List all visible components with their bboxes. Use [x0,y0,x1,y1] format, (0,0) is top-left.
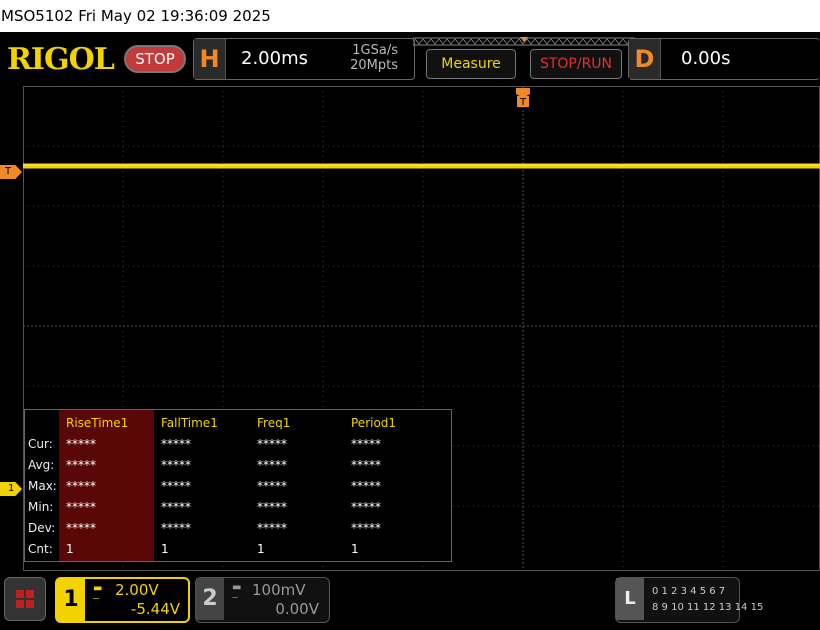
ch2-number: 2 [196,578,224,620]
sample-info: 1GSa/s 20Mpts [350,43,398,73]
run-state-button[interactable]: STOP [124,45,186,73]
cell: ***** [66,458,96,472]
cell: ***** [161,479,191,493]
trigger-level-marker[interactable]: T [0,165,22,179]
menu-grid-icon [16,590,34,608]
table-row: Dev: ***** ***** ***** ***** [25,518,451,539]
timebase-value: 2.00ms [241,48,308,69]
ch2-scale: 100mV [252,581,306,599]
cell: ***** [66,521,96,535]
ch1-number: 1 [57,579,85,621]
measure-button[interactable]: Measure [426,49,516,79]
cell: ***** [161,437,191,451]
header-period[interactable]: Period1 [351,413,396,434]
bottom-bar: 1 ▬ ┄ 2.00V -5.44V 2 ▬ ┄ 100mV 0.00V L 0 1… [0,571,820,630]
row-label: Cnt: [28,542,53,556]
row-label: Cur: [28,437,53,451]
main-menu-button[interactable] [4,577,46,621]
cell: ***** [257,479,287,493]
cell: ***** [257,500,287,514]
cell: ***** [66,437,96,451]
measurement-header: RiseTime1 FallTime1 Freq1 Period1 [25,413,451,434]
delay-value: 0.00s [681,48,731,69]
row-label: Min: [28,500,54,514]
cell: ***** [161,500,191,514]
ch2-panel[interactable]: 2 ▬ ┄ 100mV 0.00V [195,577,330,623]
la-channels-high: 8 9 10 11 12 13 14 15 [652,602,764,613]
la-channels-low: 0 1 2 3 4 5 6 7 [652,586,726,597]
table-row: Cnt: 1 1 1 1 [25,539,451,560]
la-letter: L [616,578,644,620]
ch1-panel[interactable]: 1 ▬ ┄ 2.00V -5.44V [55,577,190,623]
cell: ***** [351,521,381,535]
cell: ***** [351,458,381,472]
cell: ***** [257,437,287,451]
stop-run-button[interactable]: STOP/RUN [530,49,622,79]
top-panel: RIGOL STOP H 2.00ms 1GSa/s 20Mpts Measur… [0,32,820,86]
sample-rate: 1GSa/s [352,43,398,58]
horizontal-panel[interactable]: H 2.00ms 1GSa/s 20Mpts [193,38,415,80]
row-label: Avg: [28,458,55,472]
table-row: Avg: ***** ***** ***** ***** [25,455,451,476]
cell: 1 [257,542,265,556]
ch2-offset: 0.00V [275,600,319,618]
horizontal-letter: H [194,39,226,79]
cell: ***** [257,521,287,535]
ch1-scale: 2.00V [115,581,159,599]
trigger-position-marker[interactable]: T [516,88,530,108]
cell: ***** [161,458,191,472]
row-label: Dev: [28,521,56,535]
logic-analyzer-panel[interactable]: L 0 1 2 3 4 5 6 7 8 9 10 11 12 13 14 15 [615,577,763,623]
dc-coupling-icon: ▬ ┄ [232,582,242,604]
memory-depth: 20Mpts [350,58,398,73]
ch1-offset: -5.44V [130,600,180,618]
header-freq[interactable]: Freq1 [257,413,290,434]
trigger-marker-label: T [519,97,527,108]
cell: ***** [351,500,381,514]
header-risetime[interactable]: RiseTime1 [66,413,128,434]
table-row: Min: ***** ***** ***** ***** [25,497,451,518]
header-falltime[interactable]: FallTime1 [161,413,218,434]
delay-letter: D [629,39,661,79]
ch1-offset-marker[interactable]: 1 [0,482,22,496]
table-row: Max: ***** ***** ***** ***** [25,476,451,497]
cell: ***** [257,458,287,472]
cell: 1 [351,542,359,556]
cell: ***** [351,437,381,451]
cell: ***** [161,521,191,535]
cell: 1 [161,542,169,556]
rigol-logo: RIGOL [7,42,115,77]
dc-coupling-icon: ▬ ┄ [93,583,103,605]
table-row: Cur: ***** ***** ***** ***** [25,434,451,455]
memory-position-bar [413,37,635,46]
cell: ***** [66,479,96,493]
cell: ***** [351,479,381,493]
measurement-table[interactable]: RiseTime1 FallTime1 Freq1 Period1 Cur: *… [24,409,452,562]
cell: ***** [66,500,96,514]
delay-panel[interactable]: D 0.00s [628,38,820,80]
cell: 1 [66,542,74,556]
row-label: Max: [28,479,57,493]
title-bar: MSO5102 Fri May 02 19:36:09 2025 [0,0,820,32]
